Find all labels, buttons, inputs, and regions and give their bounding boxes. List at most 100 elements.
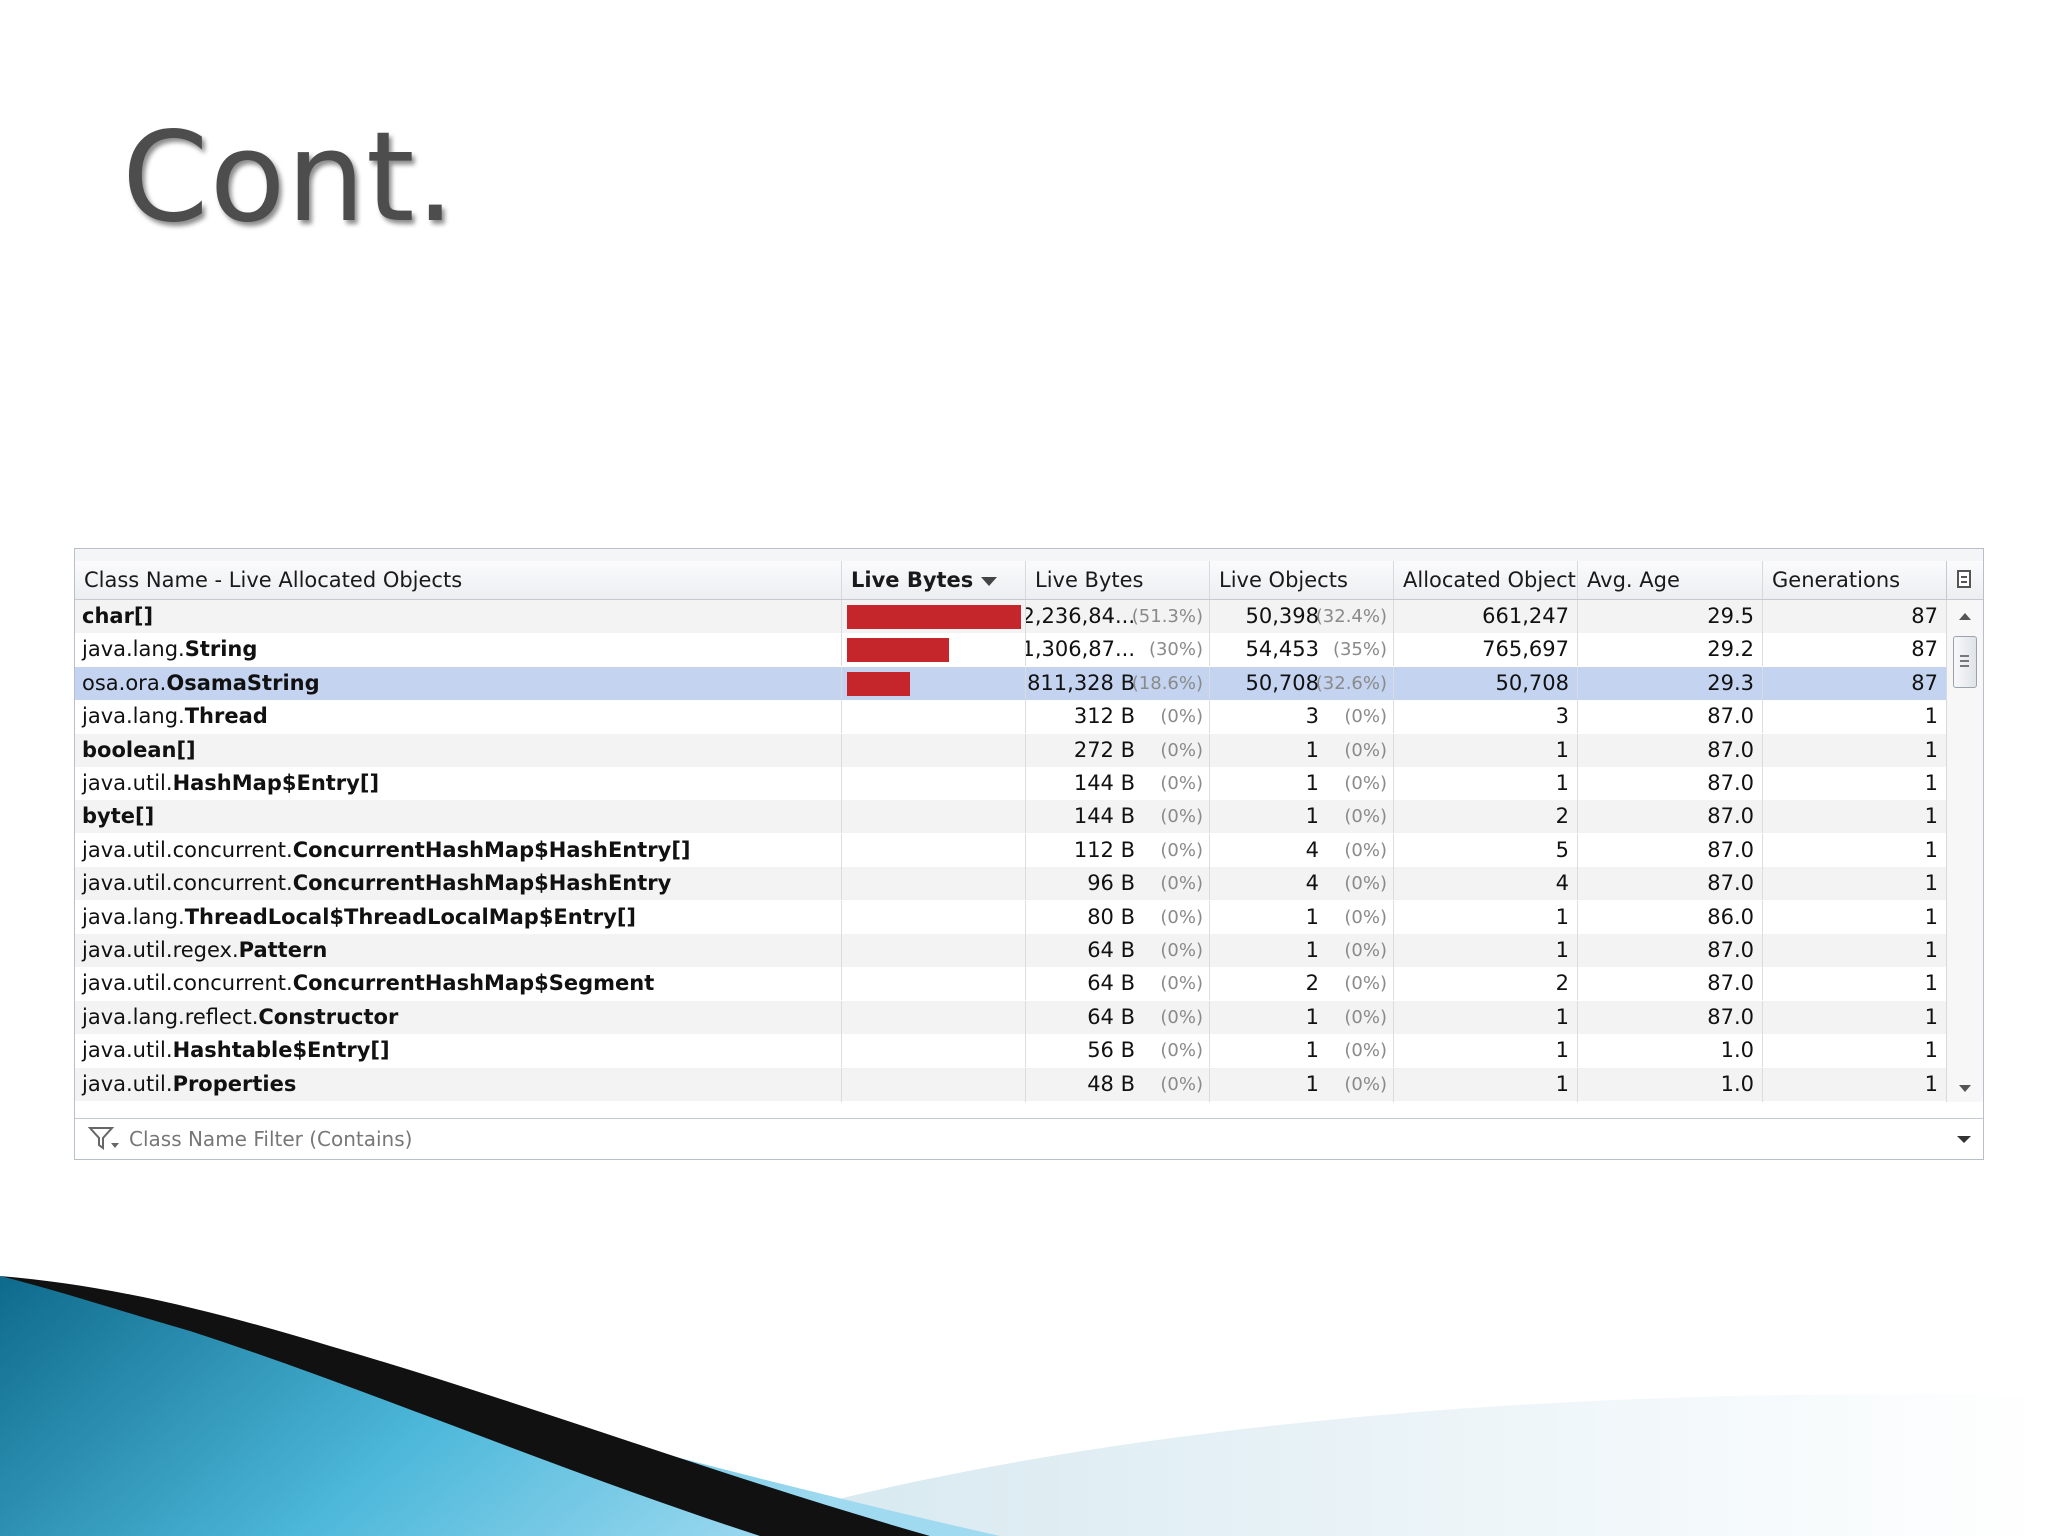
table-row[interactable]: char[] 2,236,84... (51.3%) 50,398 (32.4%) 661… [75, 600, 1947, 633]
class-name-cell: java.util.concurrent.ConcurrentHashMap$H… [75, 833, 842, 867]
column-header-avg-age[interactable]: Avg. Age [1578, 561, 1763, 599]
allocated-objects-cell: 765,697 [1394, 633, 1578, 667]
live-objects-percent: (35%) [1332, 639, 1387, 661]
table-row[interactable]: java.util.Hashtable$Entry[] 56 B (0%) 1 (0%)… [75, 1034, 1947, 1068]
table-row[interactable]: java.util.regex.Pattern 64 B (0%) 1 (0%) 1 87.… [75, 934, 1947, 967]
table-row[interactable]: java.util.concurrent.ConcurrentHashMap$H… [75, 867, 1947, 901]
generations-cell: 1 [1763, 900, 1947, 934]
live-bytes-value: 80 B [1087, 904, 1135, 929]
table-row[interactable]: byte[] 144 B (0%) 1 (0%) 2 87.0 1 [75, 800, 1947, 834]
live-objects-cell: 50,708 (32.6%) [1210, 666, 1394, 700]
live-bytes-percent: (0%) [1160, 940, 1203, 961]
column-header-label: Allocated Objects [1403, 568, 1578, 592]
table-row[interactable]: java.lang.reflect.Constructor 64 B (0%) 1 (0… [75, 1000, 1947, 1034]
avg-age-cell: 87.0 [1578, 833, 1763, 867]
table-row[interactable]: java.lang.ThreadLocal$ThreadLocalMap$Ent… [75, 900, 1947, 934]
live-bytes-bar-cell [842, 633, 1026, 667]
column-header-allocated-objects[interactable]: Allocated Objects [1394, 561, 1578, 599]
class-name: ThreadLocal$ThreadLocalMap$Entry[] [184, 904, 637, 929]
column-header-label: Generations [1772, 568, 1901, 592]
column-header-live-objects[interactable]: Live Objects [1210, 561, 1394, 599]
class-name-cell: java.lang.String [75, 633, 842, 667]
live-bytes-bar-cell [842, 800, 1026, 834]
live-objects-cell: 4 (0%) [1210, 867, 1394, 901]
live-objects-percent: (0%) [1344, 873, 1387, 895]
live-objects-percent: (0%) [1344, 1040, 1387, 1062]
column-header-class-name[interactable]: Class Name - Live Allocated Objects [75, 561, 842, 599]
package-name: java.util.concurrent. [82, 837, 293, 862]
scrollbar-thumb[interactable] [1953, 636, 1977, 688]
filter-dropdown-icon[interactable] [1957, 1136, 1971, 1143]
table-row[interactable]: boolean[] 272 B (0%) 1 (0%) 1 87.0 1 [75, 733, 1947, 767]
live-objects-value: 2 [1306, 1101, 1319, 1102]
live-objects-percent: (0%) [1344, 706, 1387, 728]
class-name: char[] [82, 604, 154, 628]
live-bytes-bar-cell [842, 934, 1026, 967]
live-objects-value: 4 [1305, 871, 1319, 896]
live-bytes-value: 48 B [1087, 1071, 1135, 1096]
live-bytes-cell: 80 B (0%) [1026, 900, 1210, 934]
live-objects-cell: 2 (0%) [1210, 967, 1394, 1001]
avg-age-cell: 29.5 [1578, 600, 1763, 633]
live-objects-value: 1 [1305, 1071, 1319, 1096]
class-name-cell: java.util.concurrent.locks.ReentrantLock… [75, 1101, 842, 1102]
table-row[interactable]: java.util.HashMap$Entry[] 144 B (0%) 1 (0%) 1… [75, 767, 1947, 800]
live-objects-value: 4 [1305, 837, 1319, 862]
column-header-generations[interactable]: Generations [1763, 561, 1947, 599]
live-bytes-percent: (0%) [1160, 773, 1203, 794]
table-row[interactable]: osa.ora.OsamaString 811,328 B (18.6%) 50,70… [75, 666, 1947, 700]
column-header-live-bytes-bar[interactable]: Live Bytes [842, 561, 1026, 599]
table-row[interactable]: java.util.Properties 48 B (0%) 1 (0%) 1 1.0 1 [75, 1067, 1947, 1101]
class-name-filter-input[interactable] [127, 1124, 1911, 1154]
live-bytes-percent: (0%) [1160, 1006, 1203, 1028]
column-header-label: Class Name - Live Allocated Objects [84, 568, 463, 592]
avg-age-cell: 87.0 [1578, 867, 1763, 901]
table-row[interactable]: java.util.concurrent.ConcurrentHashMap$S… [75, 967, 1947, 1001]
class-name: byte[] [82, 804, 155, 829]
class-name-cell: boolean[] [75, 733, 842, 767]
live-objects-value: 3 [1305, 704, 1319, 729]
live-bytes-bar-cell [842, 666, 1026, 700]
generations-cell: 1 [1763, 733, 1947, 767]
scroll-down-icon[interactable] [1959, 1085, 1971, 1092]
live-bytes-cell: 64 B (0%) [1026, 934, 1210, 967]
package-name: java.lang. [82, 904, 185, 929]
avg-age-cell: 87.0 [1578, 800, 1763, 834]
table-row[interactable]: java.util.concurrent.locks.ReentrantLock… [75, 1101, 1947, 1102]
live-bytes-bar-cell [842, 1034, 1026, 1068]
profiler-table-panel: Class Name - Live Allocated Objects Live… [74, 548, 1984, 1160]
table-row[interactable]: java.lang.Thread 312 B (0%) 3 (0%) 3 87.0 1 [75, 700, 1947, 734]
live-bytes-cell: 64 B (0%) [1026, 967, 1210, 1001]
package-name: java.util. [82, 1071, 173, 1096]
live-bytes-bar-cell [842, 900, 1026, 934]
live-objects-cell: 1 (0%) [1210, 934, 1394, 967]
allocated-objects-cell: 1 [1394, 900, 1578, 934]
live-bytes-cell: 144 B (0%) [1026, 800, 1210, 834]
live-bytes-value: 144 B [1073, 771, 1135, 795]
generations-cell: 1 [1763, 967, 1947, 1001]
slide-decoration [0, 1276, 2048, 1536]
column-selector-button[interactable] [1946, 561, 1983, 600]
column-header-live-bytes[interactable]: Live Bytes [1026, 561, 1210, 599]
class-name-filter-bar [75, 1118, 1983, 1159]
live-bytes-bar-cell [842, 1067, 1026, 1101]
live-bytes-value: 1,306,87... [1026, 637, 1135, 662]
table-row[interactable]: java.util.concurrent.ConcurrentHashMap$H… [75, 833, 1947, 867]
class-name-cell: java.util.Properties [75, 1067, 842, 1101]
live-objects-cell: 3 (0%) [1210, 700, 1394, 734]
class-name-cell: java.lang.Thread [75, 700, 842, 734]
class-name-cell: java.util.concurrent.ConcurrentHashMap$H… [75, 867, 842, 901]
table-row[interactable]: java.lang.String 1,306,87... (30%) 54,453 (3… [75, 633, 1947, 667]
live-bytes-bar-cell [842, 767, 1026, 800]
grip-icon [1960, 655, 1969, 667]
class-name: ConcurrentHashMap$HashEntry[] [292, 837, 691, 862]
vertical-scrollbar[interactable] [1946, 600, 1983, 1102]
live-objects-value: 1 [1305, 1038, 1319, 1063]
live-bytes-percent: (0%) [1160, 706, 1203, 728]
class-name: Constructor [258, 1004, 399, 1029]
allocated-objects-cell: 1 [1394, 733, 1578, 767]
live-bytes-percent: (0%) [1160, 1040, 1203, 1062]
scroll-up-icon[interactable] [1959, 613, 1971, 620]
filter-icon[interactable] [87, 1125, 121, 1153]
live-bytes-percent: (0%) [1160, 806, 1203, 828]
